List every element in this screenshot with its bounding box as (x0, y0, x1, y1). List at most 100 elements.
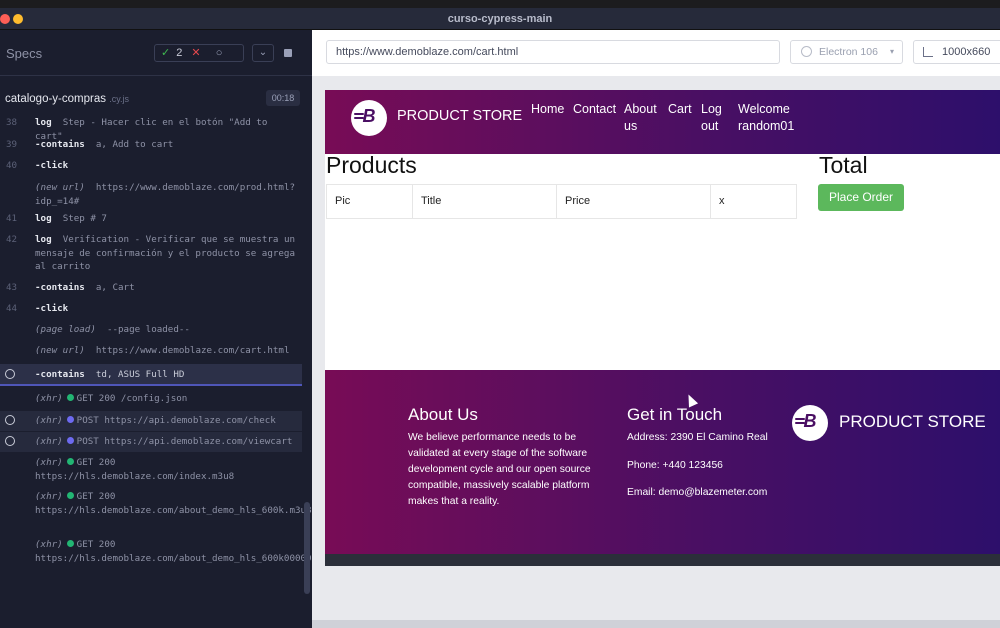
command-number: 40 (6, 160, 18, 171)
command-row[interactable]: 42 log Verification - Verificar que se m… (0, 233, 302, 277)
command-row[interactable]: 40 -click (0, 159, 302, 177)
command-row[interactable]: (xhr) GET 200 https://hls.demoblaze.com/a… (0, 538, 312, 568)
status-dot-icon (66, 540, 74, 547)
specs-toggle[interactable]: Specs (6, 46, 42, 61)
command-number: 42 (6, 234, 18, 245)
command-message: a, Add to cart (95, 139, 174, 150)
command-name: log (35, 234, 52, 245)
passed-icon: ✓ (161, 47, 171, 59)
command-name: -click (35, 303, 69, 314)
pending-spinner-icon (5, 369, 15, 379)
command-row-active[interactable]: -contains td, ASUS Full HD (0, 364, 302, 386)
footer-brand: PRODUCT STORE (839, 412, 986, 431)
command-row[interactable]: (page load) --page loaded-- (0, 323, 302, 341)
command-message: POST https://api.demoblaze.com/viewcart (76, 436, 293, 447)
store-logo-icon[interactable]: B (351, 100, 387, 136)
nav-about-us[interactable]: About us (624, 101, 664, 135)
chevron-down-icon: ▾ (889, 47, 894, 56)
footer-bottom-bar (325, 554, 1000, 566)
command-number: 41 (6, 213, 18, 224)
command-name: (new url) (35, 345, 85, 356)
aut-header: https://www.demoblaze.com/cart.html Elec… (312, 30, 1000, 76)
command-row[interactable]: (xhr) GET 200 https://hls.demoblaze.com/i… (0, 456, 302, 486)
command-row[interactable]: 39 -contains a, Add to cart (0, 138, 302, 156)
spec-duration: 00:18 (266, 90, 300, 106)
viewport-size[interactable]: 1000x660 (913, 40, 1000, 64)
command-number: 44 (6, 303, 18, 314)
command-number: 38 (6, 117, 18, 128)
pending-spinner-icon (5, 436, 15, 446)
command-row[interactable]: 43 -contains a, Cart (0, 281, 302, 299)
window-titlebar: curso-cypress-main (0, 8, 1000, 30)
command-row[interactable]: (xhr) POST https://api.demoblaze.com/chec… (0, 411, 302, 431)
nav-home[interactable]: Home (531, 101, 564, 118)
app-under-test: B PRODUCT STORE Home Contact About us Ca… (325, 90, 1000, 566)
nav-contact[interactable]: Contact (573, 101, 616, 118)
command-name: (xhr) (35, 415, 63, 426)
command-name: (xhr) (35, 539, 63, 550)
command-message: a, Cart (95, 282, 135, 293)
failed-icon: ✕ (191, 47, 201, 59)
command-name: -click (35, 160, 69, 171)
command-name: log (35, 213, 52, 224)
chevron-down-icon[interactable]: ⌄ (252, 44, 274, 62)
command-row[interactable]: (xhr) POST https://api.demoblaze.com/view… (0, 432, 302, 452)
minimize-window-button[interactable] (13, 14, 23, 24)
url-bar[interactable]: https://www.demoblaze.com/cart.html (326, 40, 780, 64)
spec-file-name: catalogo-y-compras .cy.js (5, 93, 129, 105)
viewport-value: 1000x660 (942, 46, 991, 58)
command-message: Verification - Verificar que se muestra … (35, 234, 296, 272)
command-row[interactable]: (xhr) GET 200 https://hls.demoblaze.com/a… (0, 490, 312, 520)
command-message: Step # 7 (62, 213, 107, 224)
products-heading: Products (326, 152, 417, 178)
command-message: GET 200 /config.json (76, 393, 188, 404)
status-dot-icon (66, 492, 74, 499)
contact-email: Email: demo@blazemeter.com (627, 487, 768, 498)
nav-welcome-user[interactable]: Welcome random01 (738, 101, 802, 135)
status-dot-icon (66, 416, 74, 423)
command-name: (xhr) (35, 393, 63, 404)
command-log-panel: Specs ✓ 2 ✕ ○ ⌄ catalogo-y-compras .cy.js… (0, 30, 312, 628)
window-title: curso-cypress-main (447, 13, 553, 25)
command-message: --page loaded-- (106, 324, 190, 335)
footer-logo-icon: B (792, 405, 828, 441)
command-message: td, ASUS Full HD (95, 369, 185, 380)
contact-address: Address: 2390 El Camino Real (627, 432, 768, 443)
command-row[interactable]: (new url) https://www.demoblaze.com/prod… (0, 181, 302, 211)
command-row[interactable]: (new url) https://www.demoblaze.com/cart… (0, 344, 302, 362)
electron-icon (801, 46, 812, 57)
status-dot-icon (66, 458, 74, 465)
get-in-touch-heading: Get in Touch (627, 405, 723, 424)
close-window-button[interactable] (0, 14, 10, 24)
passed-count: 2 (176, 47, 183, 59)
command-message: GET 200 https://hls.demoblaze.com/about_… (35, 491, 312, 516)
command-number: 43 (6, 282, 18, 293)
column-header-title: Title (413, 185, 557, 218)
command-name: -contains (35, 139, 85, 150)
nav-logout[interactable]: Log out (701, 101, 725, 135)
command-message: https://www.demoblaze.com/cart.html (95, 345, 290, 356)
command-name: (xhr) (35, 457, 63, 468)
store-navbar: B PRODUCT STORE Home Contact About us Ca… (325, 90, 1000, 154)
place-order-button[interactable]: Place Order (818, 184, 904, 211)
nav-cart[interactable]: Cart (668, 101, 692, 118)
command-row[interactable]: 41 log Step # 7 (0, 212, 302, 230)
command-message: POST https://api.demoblaze.com/check (76, 415, 276, 426)
os-menubar (0, 0, 1000, 8)
command-log-scrollbar[interactable] (304, 502, 310, 594)
command-name: (new url) (35, 182, 85, 193)
command-name: (page load) (35, 324, 96, 335)
stop-icon[interactable] (284, 49, 292, 57)
command-name: -contains (35, 369, 85, 380)
contact-phone: Phone: +440 123456 (627, 460, 723, 471)
browser-selector[interactable]: Electron 106 ▾ (790, 40, 903, 64)
command-row[interactable]: (xhr) GET 200 /config.json (0, 392, 302, 410)
total-heading: Total (819, 152, 868, 178)
spec-name: catalogo-y-compras (5, 93, 106, 105)
command-row[interactable]: 44 -click (0, 302, 302, 320)
command-name: log (35, 117, 52, 128)
command-row[interactable]: 38 log Step - Hacer clic en el botón "Ad… (0, 116, 302, 142)
about-us-text: We believe performance needs to be valid… (408, 432, 591, 507)
command-name: (xhr) (35, 491, 63, 502)
store-brand[interactable]: PRODUCT STORE (397, 108, 522, 124)
